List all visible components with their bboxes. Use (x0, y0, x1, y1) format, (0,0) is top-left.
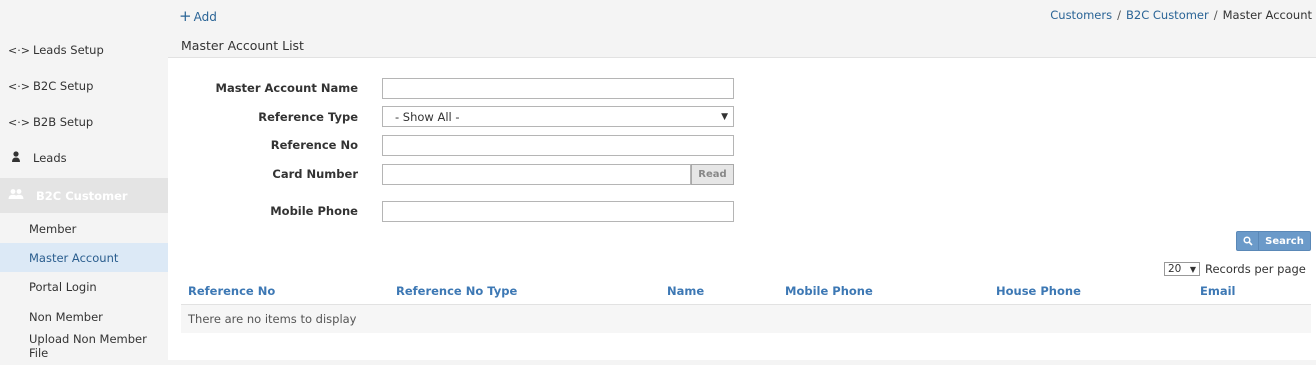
sidebar: <·> Leads Setup <·> B2C Setup <·> B2B Se… (0, 0, 168, 365)
plus-icon: + (179, 7, 192, 25)
sidebar-item-b2b-setup[interactable]: <·> B2B Setup (0, 104, 168, 140)
search-button[interactable]: Search (1236, 231, 1311, 251)
add-button-label: Add (193, 10, 217, 24)
column-header-mobile-phone[interactable]: Mobile Phone (785, 284, 873, 298)
breadcrumb-customers[interactable]: Customers (1050, 8, 1112, 22)
sidebar-subitem-label: Member (29, 221, 77, 236)
user-icon (8, 150, 24, 166)
search-button-label: Search (1265, 235, 1304, 247)
records-per-page-select[interactable]: 20 ▼ (1164, 262, 1200, 276)
records-per-page: 20 ▼ Records per page (1164, 262, 1306, 276)
sidebar-item-label: B2C Setup (33, 79, 94, 93)
column-header-reference-no[interactable]: Reference No (188, 284, 275, 298)
breadcrumb: Customers / B2C Customer / Master Account (1050, 8, 1312, 22)
sidebar-subitem-non-member[interactable]: Non Member (0, 302, 168, 331)
sidebar-subitem-portal-login[interactable]: Portal Login (0, 272, 168, 301)
code-arrows-icon: <·> (8, 79, 30, 93)
page-title: Master Account List (181, 38, 304, 53)
dropdown-arrow-icon: ▼ (1189, 264, 1196, 274)
table-empty-row: There are no items to display (181, 305, 1311, 333)
breadcrumb-current: Master Account (1222, 8, 1312, 22)
sidebar-subitem-member[interactable]: Member (0, 214, 168, 243)
sidebar-item-leads[interactable]: Leads (0, 140, 168, 176)
read-card-button[interactable]: Read (691, 164, 734, 185)
card-number-input[interactable] (382, 164, 691, 185)
add-button[interactable]: + Add (179, 7, 217, 25)
sidebar-item-label: B2B Setup (33, 115, 94, 129)
sidebar-subitem-label: Master Account (29, 250, 119, 265)
column-header-house-phone[interactable]: House Phone (996, 284, 1081, 298)
sidebar-subitem-label: Non Member (29, 309, 103, 324)
breadcrumb-separator: / (1213, 8, 1218, 22)
sidebar-subitem-upload-non-member-file[interactable]: Upload Non Member File (0, 331, 168, 360)
breadcrumb-separator: / (1117, 8, 1121, 22)
dropdown-arrow-icon: ▼ (721, 111, 728, 122)
users-icon (8, 188, 24, 203)
reference-type-selected: - Show All - (395, 109, 460, 124)
sidebar-item-b2c-setup[interactable]: <·> B2C Setup (0, 68, 168, 104)
search-panel: Master Account Name Reference Type - Sho… (168, 58, 1316, 360)
records-per-page-value: 20 (1168, 263, 1182, 275)
card-number-label: Card Number (272, 167, 358, 181)
master-account-name-input[interactable] (382, 78, 734, 99)
sidebar-item-leads-setup[interactable]: <·> Leads Setup (0, 32, 168, 68)
records-per-page-label: Records per page (1205, 262, 1306, 276)
column-header-reference-no-type[interactable]: Reference No Type (396, 284, 517, 298)
sidebar-item-label: Leads (33, 151, 67, 165)
mobile-phone-label: Mobile Phone (270, 204, 358, 218)
sidebar-item-label: Leads Setup (33, 43, 104, 57)
code-arrows-icon: <·> (8, 115, 30, 129)
reference-no-input[interactable] (382, 135, 734, 156)
sidebar-subitem-label: Upload Non Member File (29, 331, 147, 360)
mobile-phone-input[interactable] (382, 201, 734, 222)
column-header-name[interactable]: Name (667, 284, 704, 298)
code-arrows-icon: <·> (8, 43, 30, 57)
sidebar-subitem-label: Portal Login (29, 279, 97, 294)
empty-message: There are no items to display (188, 312, 357, 326)
sidebar-subitem-master-account[interactable]: Master Account (0, 243, 168, 272)
column-header-email[interactable]: Email (1200, 284, 1235, 298)
panel-header: Master Account List (168, 34, 1316, 58)
sidebar-section-b2c-customer[interactable]: B2C Customer (0, 178, 168, 213)
reference-no-label: Reference No (270, 138, 358, 152)
master-account-name-label: Master Account Name (215, 81, 359, 95)
breadcrumb-b2c-customer[interactable]: B2C Customer (1126, 8, 1209, 22)
top-bar: + Add Customers / B2C Customer / Master Accou… (168, 0, 1316, 34)
reference-type-select[interactable]: - Show All - ▼ (382, 106, 734, 127)
sidebar-section-label: B2C Customer (36, 188, 128, 203)
reference-type-label: Reference Type (258, 110, 358, 124)
search-icon (1237, 232, 1259, 250)
